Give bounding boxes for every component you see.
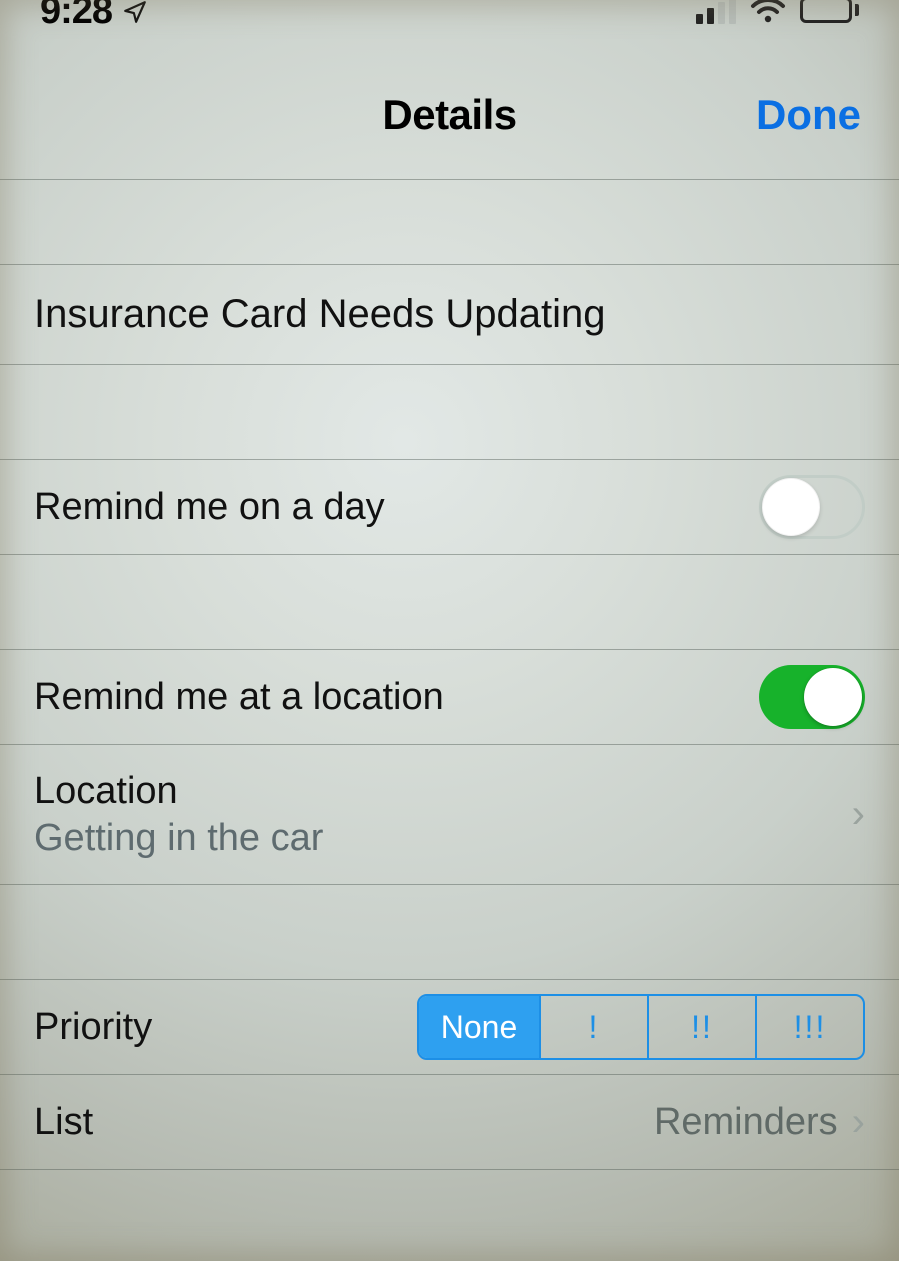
section-spacer [0,885,899,980]
location-label: Location [34,770,323,813]
section-spacer [0,180,899,265]
location-value: Getting in the car [34,817,323,860]
reminder-title-text: Insurance Card Needs Updating [34,292,605,337]
remind-on-day-toggle[interactable] [759,475,865,539]
section-spacer [0,555,899,650]
status-left: 9:28 [40,0,148,33]
remind-at-location-label: Remind me at a location [34,676,444,719]
page-title: Details [382,91,516,139]
done-button[interactable]: Done [756,91,861,139]
priority-segmented[interactable]: None ! !! !!! [417,994,865,1060]
chevron-right-icon: › [838,1100,865,1145]
status-time: 9:28 [40,0,112,33]
status-right [696,0,859,24]
remind-on-day-label: Remind me on a day [34,486,385,529]
priority-option-high[interactable]: !!! [755,996,863,1058]
list-label: List [34,1101,93,1144]
priority-option-medium[interactable]: !! [647,996,755,1058]
wifi-icon [750,0,786,24]
reminder-title-field[interactable]: Insurance Card Needs Updating [0,265,899,365]
priority-row: Priority None ! !! !!! [0,980,899,1075]
remind-at-location-toggle[interactable] [759,665,865,729]
cellular-signal-icon [696,0,736,24]
priority-option-low[interactable]: ! [539,996,647,1058]
chevron-right-icon: › [838,792,865,837]
location-row[interactable]: Location Getting in the car › [0,745,899,885]
priority-option-none[interactable]: None [419,996,539,1058]
remind-at-location-row: Remind me at a location [0,650,899,745]
priority-label: Priority [34,1006,152,1049]
list-row[interactable]: List Reminders › [0,1075,899,1170]
battery-icon [800,0,859,23]
section-spacer [0,365,899,460]
remind-on-day-row: Remind me on a day [0,460,899,555]
status-bar: 9:28 [0,0,899,50]
nav-header: Details Done [0,50,899,180]
location-services-icon [122,0,148,25]
list-value: Reminders [654,1101,838,1144]
